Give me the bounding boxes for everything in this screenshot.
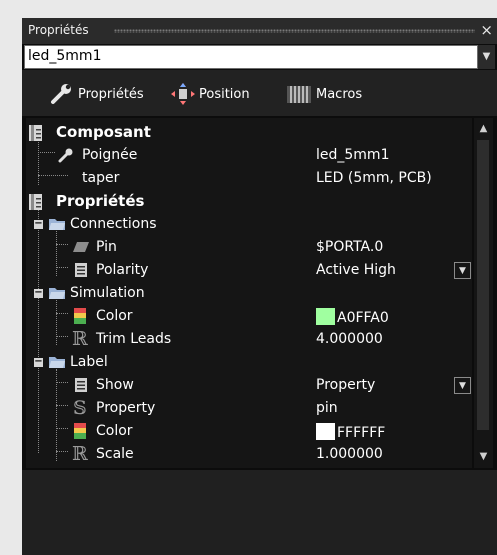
move-arrows-icon — [171, 83, 195, 105]
polarity-dropdown-icon[interactable]: ▼ — [454, 262, 471, 279]
property-row-property[interactable]: 𝕊 Property pin — [26, 397, 472, 420]
tab-macros[interactable]: Macros — [286, 83, 362, 105]
list-icon — [75, 378, 87, 392]
property-row-polarity[interactable]: Polarity Active High ▼ — [26, 259, 472, 282]
panel-title: Propriétés — [28, 23, 89, 37]
description-panel — [22, 470, 497, 555]
property-label: Color — [96, 308, 133, 324]
list-icon — [75, 263, 87, 277]
color-value-text: FFFFFF — [337, 425, 386, 441]
folder-icon — [49, 357, 65, 368]
color-value-text: A0FFA0 — [337, 310, 389, 326]
property-row-scale[interactable]: ℝ Scale 1.000000 — [26, 443, 472, 466]
color-swatch — [316, 308, 335, 325]
property-label: Property — [96, 400, 156, 416]
property-value[interactable]: 4.000000 — [316, 331, 383, 347]
property-label: Polarity — [96, 262, 149, 278]
property-value[interactable]: Property — [316, 377, 375, 393]
group-connections[interactable]: − Connections — [26, 213, 472, 236]
real-number-icon: ℝ — [72, 328, 88, 350]
property-row-trim-leads[interactable]: ℝ Trim Leads 4.000000 — [26, 328, 472, 351]
property-row-pin[interactable]: Pin $PORTA.0 — [26, 236, 472, 259]
property-value[interactable]: $PORTA.0 — [316, 239, 383, 255]
group-label: Label — [70, 354, 108, 370]
property-label: Scale — [96, 446, 134, 462]
property-row-color[interactable]: Color A0FFA0 — [26, 305, 472, 328]
property-label: Show — [96, 377, 134, 393]
section-composant-label: Composant — [56, 123, 151, 141]
property-label: taper — [82, 170, 120, 186]
property-label: Pin — [96, 239, 117, 255]
document-icon — [29, 194, 42, 210]
property-value[interactable]: FFFFFF — [316, 423, 385, 441]
component-selector-value: led_5mm1 — [28, 48, 102, 64]
tab-proprietes-label: Propriétés — [78, 86, 144, 102]
property-value[interactable]: pin — [316, 400, 338, 416]
color-swatch — [316, 423, 335, 440]
wrench-icon — [51, 84, 71, 104]
property-value[interactable]: 1.000000 — [316, 446, 383, 462]
property-label: Trim Leads — [96, 331, 172, 347]
property-value[interactable]: Active High — [316, 262, 396, 278]
property-row-label-color[interactable]: Color FFFFFF — [26, 420, 472, 443]
collapse-icon[interactable]: − — [34, 357, 43, 367]
pin-icon — [73, 242, 89, 252]
scrollbar-thumb[interactable] — [477, 140, 489, 430]
collapse-icon[interactable]: − — [34, 219, 43, 229]
scroll-down-icon[interactable]: ▼ — [474, 448, 493, 466]
tab-position-label: Position — [199, 86, 250, 102]
property-value[interactable]: led_5mm1 — [316, 147, 389, 163]
selector-dropdown-arrow-icon[interactable]: ▼ — [478, 45, 495, 69]
titlebar-grip — [114, 29, 475, 33]
property-value[interactable]: A0FFA0 — [316, 308, 389, 326]
section-proprietes[interactable]: Propriétés — [26, 190, 472, 213]
section-composant[interactable]: Composant — [26, 121, 472, 144]
property-tree: Composant Poignée led_5mm1 taper LED (5m… — [26, 118, 472, 468]
tab-proprietes[interactable]: Propriétés — [50, 83, 144, 105]
document-icon — [29, 125, 42, 141]
macros-icon — [287, 86, 311, 103]
property-row-taper[interactable]: taper LED (5mm, PCB) — [26, 167, 472, 190]
show-dropdown-icon[interactable]: ▼ — [454, 377, 471, 394]
group-simulation[interactable]: − Simulation — [26, 282, 472, 305]
vertical-scrollbar[interactable]: ▲ ▼ — [474, 118, 493, 468]
color-palette-icon — [74, 423, 86, 439]
property-row-show[interactable]: Show Property ▼ — [26, 374, 472, 397]
properties-toolbar: Propriétés Position Macros — [22, 70, 497, 116]
close-icon[interactable]: × — [480, 20, 493, 40]
section-proprietes-label: Propriétés — [56, 192, 145, 210]
collapse-icon[interactable]: − — [34, 288, 43, 298]
properties-panel: Propriétés × led_5mm1 ▼ Propriétés Posit… — [22, 18, 497, 555]
property-row-poignee[interactable]: Poignée led_5mm1 — [26, 144, 472, 167]
folder-icon — [49, 219, 65, 230]
group-label-section[interactable]: − Label — [26, 351, 472, 374]
component-selector[interactable]: led_5mm1 — [24, 45, 478, 69]
wrench-icon — [58, 148, 73, 163]
tab-macros-label: Macros — [316, 86, 363, 102]
group-label: Connections — [70, 216, 157, 232]
folder-icon — [49, 288, 65, 299]
real-number-icon: ℝ — [72, 443, 88, 465]
panel-titlebar[interactable]: Propriétés × — [22, 18, 497, 44]
scroll-up-icon[interactable]: ▲ — [474, 120, 493, 138]
tab-position[interactable]: Position — [171, 83, 250, 105]
string-icon: 𝕊 — [73, 397, 87, 419]
group-label: Simulation — [70, 285, 145, 301]
color-palette-icon — [74, 308, 86, 324]
property-label: Color — [96, 423, 133, 439]
property-value[interactable]: LED (5mm, PCB) — [316, 170, 432, 186]
property-label: Poignée — [82, 147, 138, 163]
